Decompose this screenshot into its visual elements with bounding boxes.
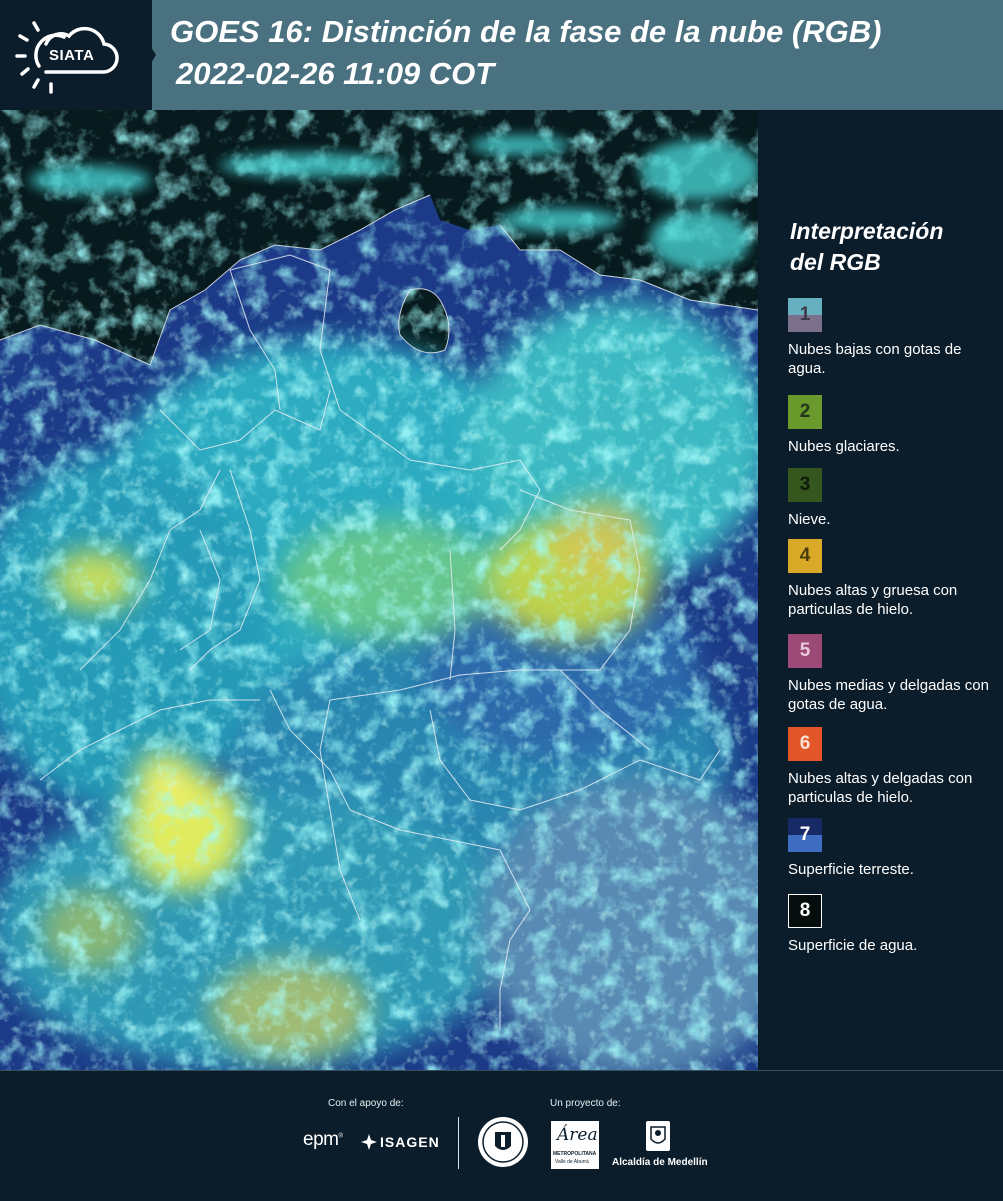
legend-swatch-7: 7: [788, 818, 822, 852]
legend-number-3: 3: [799, 474, 811, 495]
page-timestamp: 2022-02-26 11:09 COT: [176, 56, 495, 91]
area-logo-text: Área: [557, 1125, 598, 1145]
legend-number-7: 7: [799, 824, 811, 845]
legend-label-3: Nieve.: [788, 511, 831, 528]
medellin-seal-logo[interactable]: [477, 1116, 529, 1168]
isagen-mark-icon: [361, 1134, 377, 1150]
logo-arrow-shape: [122, 0, 156, 110]
legend-label-6: Nubes altas y delgadas con particulas de…: [788, 770, 973, 806]
area-logo-sub1: METROPOLITANA: [553, 1151, 597, 1157]
legend-label-1: Nubes bajas con gotas de agua.: [788, 341, 962, 377]
epm-logo[interactable]: epm®: [303, 1129, 343, 1151]
seal-icon: [478, 1117, 528, 1167]
footer-divider: [458, 1117, 459, 1169]
legend-item-5: 5 Nubes medias y delgadas con gotas de a…: [788, 634, 993, 714]
legend-label-2: Nubes glaciares.: [788, 438, 900, 455]
legend-label-8: Superficie de agua.: [788, 937, 918, 954]
satellite-image[interactable]: [0, 110, 758, 1070]
legend-swatch-2: 2: [788, 395, 822, 429]
legend-swatch-1: 1: [788, 298, 822, 332]
legend-item-4: 4 Nubes altas y gruesa con particulas de…: [788, 539, 993, 619]
page-title: GOES 16: Distinción de la fase de la nub…: [170, 14, 882, 49]
legend-item-7: 7 Superficie terreste.: [788, 818, 993, 879]
legend-swatch-5: 5: [788, 634, 822, 668]
coat-of-arms-icon: [646, 1121, 670, 1151]
legend-label-7: Superficie terreste.: [788, 861, 914, 878]
isagen-logo-text: ISAGEN: [380, 1134, 440, 1150]
area-metropolitana-logo[interactable]: Área METROPOLITANA Valle de Aburrá: [551, 1121, 599, 1169]
legend-item-2: 2 Nubes glaciares.: [788, 395, 993, 456]
legend-item-6: 6 Nubes altas y delgadas con particulas …: [788, 727, 993, 807]
legend-number-5: 5: [799, 640, 811, 661]
legend-title: Interpretación del RGB: [790, 216, 943, 278]
legend-number-4: 4: [799, 545, 811, 566]
legend-swatch-8: 8: [788, 894, 822, 928]
footer: Con el apoyo de: Un proyecto de: epm® IS…: [0, 1070, 1003, 1201]
legend-number-8: 8: [799, 900, 811, 921]
legend-label-5: Nubes medias y delgadas con gotas de agu…: [788, 677, 989, 713]
legend-title-line2: del RGB: [790, 249, 881, 275]
siata-logo[interactable]: SIATA: [14, 14, 126, 96]
legend-number-6: 6: [799, 733, 811, 754]
alcaldia-logo[interactable]: Alcaldía de Medellín: [612, 1119, 708, 1171]
legend-number-1: 1: [799, 304, 811, 325]
legend-title-line1: Interpretación: [790, 218, 944, 244]
legend-swatch-4: 4: [788, 539, 822, 573]
legend-item-1: 1 Nubes bajas con gotas de agua.: [788, 298, 993, 378]
epm-logo-text: epm: [303, 1129, 339, 1150]
alcaldia-label: Alcaldía de Medellín: [612, 1157, 708, 1168]
legend-item-8: 8 Superficie de agua.: [788, 894, 993, 955]
area-logo-sub2: Valle de Aburrá: [555, 1159, 589, 1165]
support-label: Con el apoyo de:: [328, 1098, 404, 1109]
legend-number-2: 2: [799, 401, 811, 422]
project-label: Un proyecto de:: [550, 1098, 621, 1109]
satellite-rgb-map: [0, 110, 758, 1070]
legend-panel: Interpretación del RGB 1 Nubes bajas con…: [758, 110, 1003, 1070]
header-bar: SIATA GOES 16: Distinción de la fase de …: [0, 0, 1003, 110]
legend-swatch-3: 3: [788, 468, 822, 502]
legend-label-4: Nubes altas y gruesa con particulas de h…: [788, 582, 958, 618]
legend-item-3: 3 Nieve.: [788, 468, 993, 529]
legend-swatch-6: 6: [788, 727, 822, 761]
logo-text: SIATA: [49, 47, 95, 64]
